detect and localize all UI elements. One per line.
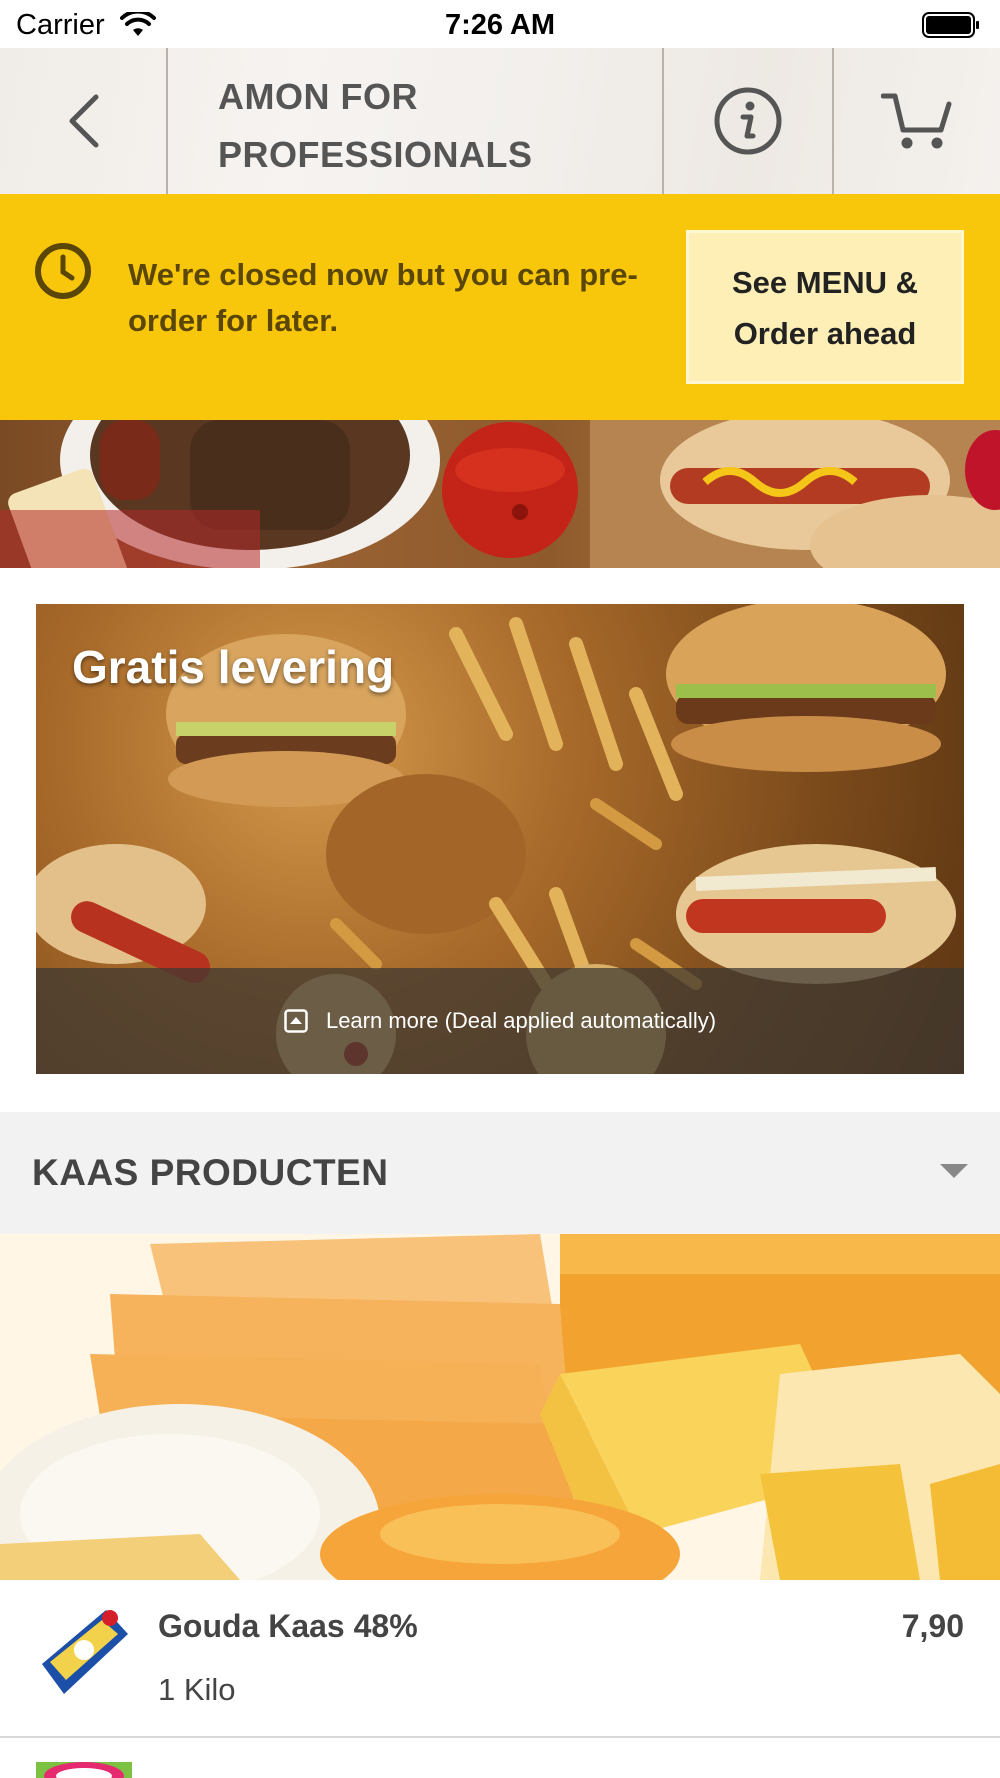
promo-card[interactable]: Gratis levering Learn more (Deal applied…: [36, 604, 964, 1074]
status-bar: Carrier 7:26 AM: [0, 0, 1000, 48]
title-line-2: PROFESSIONALS: [218, 134, 533, 175]
expand-icon: [284, 1009, 308, 1033]
restaurant-cover-image: [0, 420, 1000, 568]
cart-button[interactable]: [834, 48, 1000, 194]
title-line-1: AMON FOR: [218, 76, 418, 117]
clock-icon: [35, 243, 91, 299]
order-ahead-line-1: See MENU &: [731, 265, 919, 300]
back-button[interactable]: [0, 48, 168, 194]
cover-food-art: [0, 420, 1000, 568]
battery-icon: [922, 12, 979, 38]
order-ahead-button[interactable]: See MENU & Order ahead: [686, 230, 964, 384]
order-ahead-line-2: Order ahead: [733, 316, 917, 351]
product-row[interactable]: Gouda Kaas 48% 1 Kilo 7,90: [0, 1580, 1000, 1738]
back-icon: [69, 94, 99, 148]
clock-time: 7:26 AM: [444, 9, 556, 41]
product-thumbnail: [36, 1762, 132, 1778]
page-title: AMON FOR PROFESSIONALS: [218, 68, 638, 184]
app-header: AMON FOR PROFESSIONALS: [0, 48, 1000, 194]
promo-learn-more[interactable]: Learn more (Deal applied automatically): [36, 968, 964, 1074]
cheese-art: [0, 1234, 1000, 1580]
promo-learn-more-text: Learn more (Deal applied automatically): [325, 1008, 717, 1033]
category-image: [0, 1234, 1000, 1580]
closed-message: We're closed now but you can pre-order f…: [128, 257, 638, 338]
closed-banner: We're closed now but you can pre-order f…: [0, 194, 1000, 420]
product-name: Gouda Kaas 48%: [158, 1608, 418, 1644]
info-button[interactable]: [664, 48, 832, 194]
product-row[interactable]: [0, 1740, 1000, 1778]
product-thumbnail: [42, 1610, 128, 1694]
category-header[interactable]: KAAS PRODUCTEN: [0, 1112, 1000, 1234]
cart-icon: [881, 93, 952, 149]
promo-title: Gratis levering: [72, 641, 395, 693]
product-price: 7,90: [901, 1608, 964, 1644]
info-icon: [714, 87, 782, 155]
product-description: 1 Kilo: [158, 1672, 236, 1707]
category-title: KAAS PRODUCTEN: [32, 1152, 389, 1193]
chevron-down-icon: [940, 1164, 968, 1178]
